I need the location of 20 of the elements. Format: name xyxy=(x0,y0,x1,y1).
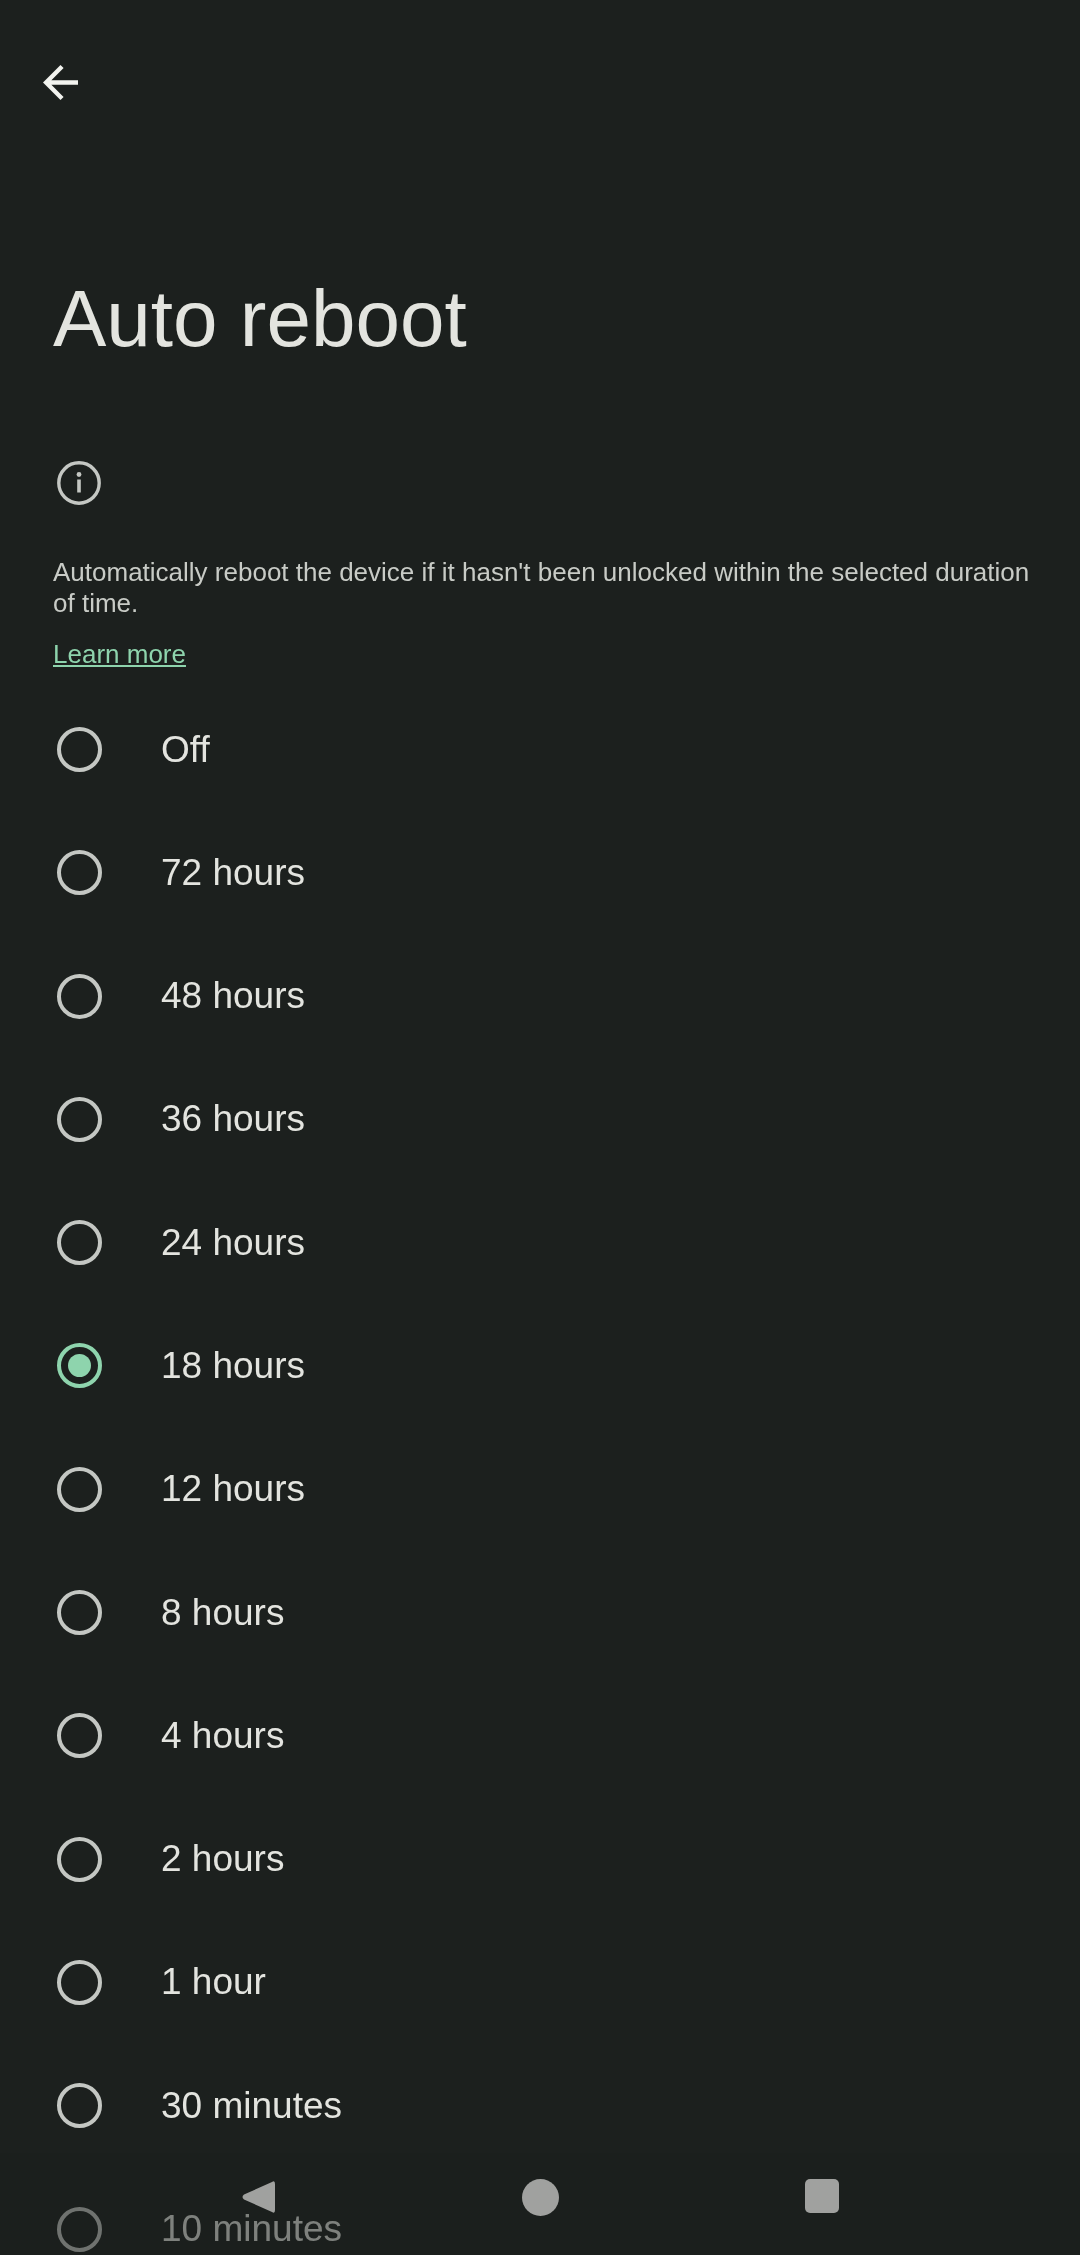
radio-option[interactable]: 36 hours xyxy=(57,1096,305,1142)
radio-option[interactable]: 10 minutes xyxy=(57,2206,342,2252)
radio-option[interactable]: 24 hours xyxy=(57,1220,305,1266)
home-icon[interactable] xyxy=(521,2179,559,2216)
radio-option[interactable]: 48 hours xyxy=(57,973,305,1019)
radio-option[interactable]: 12 hours xyxy=(57,1466,305,1512)
page-title: Auto reboot xyxy=(53,273,467,365)
nav-back-icon[interactable] xyxy=(241,2179,275,2215)
radio-option[interactable]: 2 hours xyxy=(57,1836,285,1882)
radio-option[interactable]: 4 hours xyxy=(57,1713,285,1759)
radio-option[interactable]: 8 hours xyxy=(57,1590,285,1636)
info-icon xyxy=(57,461,101,505)
radio-option[interactable]: 18 hours xyxy=(57,1343,305,1389)
description-text: Automatically reboot the device if it hasn't been unlocked within the selected duration of time. xyxy=(53,557,1031,619)
radio-option[interactable]: Off xyxy=(57,727,210,772)
radio-option[interactable]: 1 hour xyxy=(57,1959,266,2005)
radio-option[interactable]: 30 minutes xyxy=(57,2083,342,2129)
radio-option[interactable]: 72 hours xyxy=(57,850,305,896)
learn-more-link[interactable]: Learn more xyxy=(53,639,186,670)
back-icon[interactable] xyxy=(43,65,78,100)
